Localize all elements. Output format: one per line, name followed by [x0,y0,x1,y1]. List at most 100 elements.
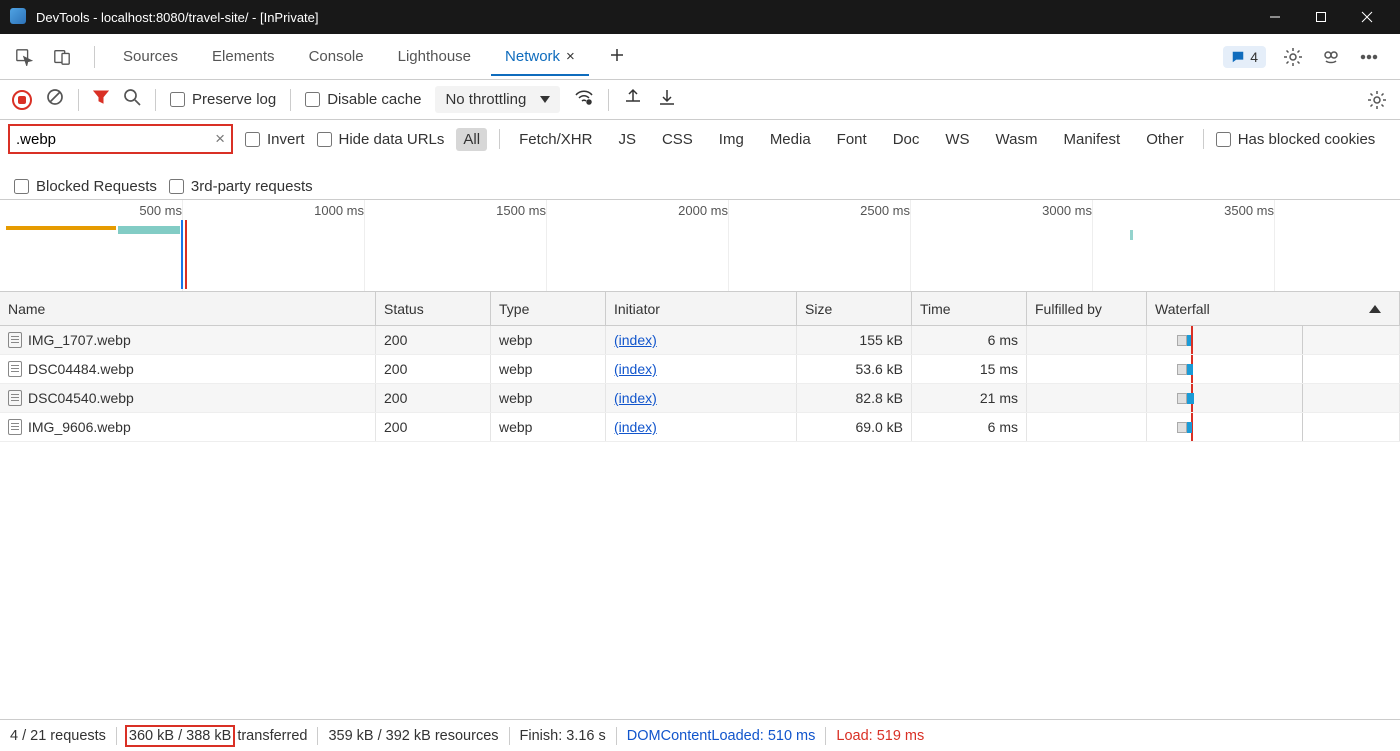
chat-icon [1231,50,1245,64]
filter-type-other[interactable]: Other [1139,128,1191,151]
table-row[interactable]: IMG_9606.webp200webp(index)69.0 kB6 ms [0,413,1400,442]
col-size[interactable]: Size [797,292,912,325]
waterfall-cell [1147,413,1400,441]
tab-sources[interactable]: Sources [109,38,192,75]
request-size: 155 kB [797,326,912,354]
col-initiator[interactable]: Initiator [606,292,797,325]
window-titlebar: DevTools - localhost:8080/travel-site/ -… [0,0,1400,34]
initiator-link[interactable]: (index) [614,390,657,406]
search-icon[interactable] [123,88,141,111]
clear-button[interactable] [46,88,64,111]
file-icon [8,332,22,348]
blocked-cookies-checkbox[interactable]: Has blocked cookies [1216,131,1376,148]
record-button[interactable] [12,90,32,110]
file-icon [8,390,22,406]
request-fulfilled [1027,413,1147,441]
settings-gear-icon[interactable] [1282,46,1304,68]
col-type[interactable]: Type [491,292,606,325]
request-type: webp [491,355,606,383]
request-status: 200 [376,413,491,441]
request-type: webp [491,384,606,412]
timeline-overview[interactable]: 500 ms 1000 ms 1500 ms 2000 ms 2500 ms 3… [0,200,1400,292]
request-status: 200 [376,326,491,354]
window-minimize-button[interactable] [1252,0,1298,34]
col-time[interactable]: Time [912,292,1027,325]
finish-time: Finish: 3.16 s [520,728,606,744]
request-time: 15 ms [912,355,1027,383]
col-name[interactable]: Name [0,292,376,325]
filter-bar: .webp × Invert Hide data URLs All Fetch/… [0,120,1400,200]
filter-icon[interactable] [93,89,109,110]
tab-elements[interactable]: Elements [198,38,289,75]
window-title: DevTools - localhost:8080/travel-site/ -… [36,10,319,25]
issues-counter[interactable]: 4 [1223,46,1266,68]
network-conditions-icon[interactable] [574,87,594,112]
third-party-checkbox[interactable]: 3rd-party requests [169,178,313,195]
request-type: webp [491,326,606,354]
load-marker [1191,326,1193,354]
request-fulfilled [1027,355,1147,383]
col-status[interactable]: Status [376,292,491,325]
load-marker [185,220,187,289]
filter-type-wasm[interactable]: Wasm [989,128,1045,151]
tab-lighthouse[interactable]: Lighthouse [384,38,485,75]
disable-cache-checkbox[interactable]: Disable cache [305,91,421,108]
request-fulfilled [1027,326,1147,354]
col-fulfilled[interactable]: Fulfilled by [1027,292,1147,325]
filter-type-all[interactable]: All [456,128,487,151]
tab-console[interactable]: Console [295,38,378,75]
window-maximize-button[interactable] [1298,0,1344,34]
file-icon [8,361,22,377]
feedback-icon[interactable] [1320,46,1342,68]
request-time: 6 ms [912,413,1027,441]
filter-type-js[interactable]: JS [611,128,643,151]
window-close-button[interactable] [1344,0,1390,34]
network-toolbar: Preserve log Disable cache No throttling [0,80,1400,120]
preserve-log-checkbox[interactable]: Preserve log [170,91,276,108]
import-har-icon[interactable] [623,87,643,112]
resources-size: 359 kB / 392 kB resources [328,728,498,744]
filter-type-font[interactable]: Font [830,128,874,151]
filter-type-img[interactable]: Img [712,128,751,151]
network-settings-gear-icon[interactable] [1366,89,1388,111]
col-waterfall[interactable]: Waterfall [1147,292,1400,325]
filter-type-fetchxhr[interactable]: Fetch/XHR [512,128,599,151]
device-toolbar-icon[interactable] [48,43,76,71]
panel-tabs-row: Sources Elements Console Lighthouse Netw… [0,34,1400,80]
filter-type-media[interactable]: Media [763,128,818,151]
sort-asc-icon [1369,305,1381,313]
throttling-select[interactable]: No throttling [435,86,560,113]
request-name: DSC04484.webp [28,361,134,377]
inspect-element-icon[interactable] [10,43,38,71]
initiator-link[interactable]: (index) [614,332,657,348]
clear-filter-icon[interactable]: × [215,129,225,149]
filter-type-doc[interactable]: Doc [886,128,927,151]
chevron-down-icon [540,96,550,103]
request-status: 200 [376,355,491,383]
invert-checkbox[interactable]: Invert [245,131,305,148]
more-options-icon[interactable] [1358,46,1380,68]
close-icon[interactable]: × [566,48,575,65]
more-tabs-button[interactable] [595,37,639,77]
table-row[interactable]: DSC04540.webp200webp(index)82.8 kB21 ms [0,384,1400,413]
filter-type-css[interactable]: CSS [655,128,700,151]
table-row[interactable]: IMG_1707.webp200webp(index)155 kB6 ms [0,326,1400,355]
overview-activity-bar [6,226,116,230]
load-time: Load: 519 ms [836,728,924,744]
filter-type-manifest[interactable]: Manifest [1057,128,1128,151]
devtools-app-icon [10,8,28,26]
initiator-link[interactable]: (index) [614,419,657,435]
file-icon [8,419,22,435]
blocked-requests-checkbox[interactable]: Blocked Requests [14,178,157,195]
hide-data-urls-checkbox[interactable]: Hide data URLs [317,131,445,148]
filter-type-ws[interactable]: WS [938,128,976,151]
request-name: IMG_1707.webp [28,332,131,348]
requests-table-body: IMG_1707.webp200webp(index)155 kB6 msDSC… [0,326,1400,719]
transferred-size: 360 kB / 388 kB [125,725,235,747]
waterfall-cell [1147,355,1400,383]
tab-network[interactable]: Network× [491,38,589,75]
table-row[interactable]: DSC04484.webp200webp(index)53.6 kB15 ms [0,355,1400,384]
export-har-icon[interactable] [657,87,677,112]
filter-input[interactable]: .webp × [8,124,233,154]
initiator-link[interactable]: (index) [614,361,657,377]
